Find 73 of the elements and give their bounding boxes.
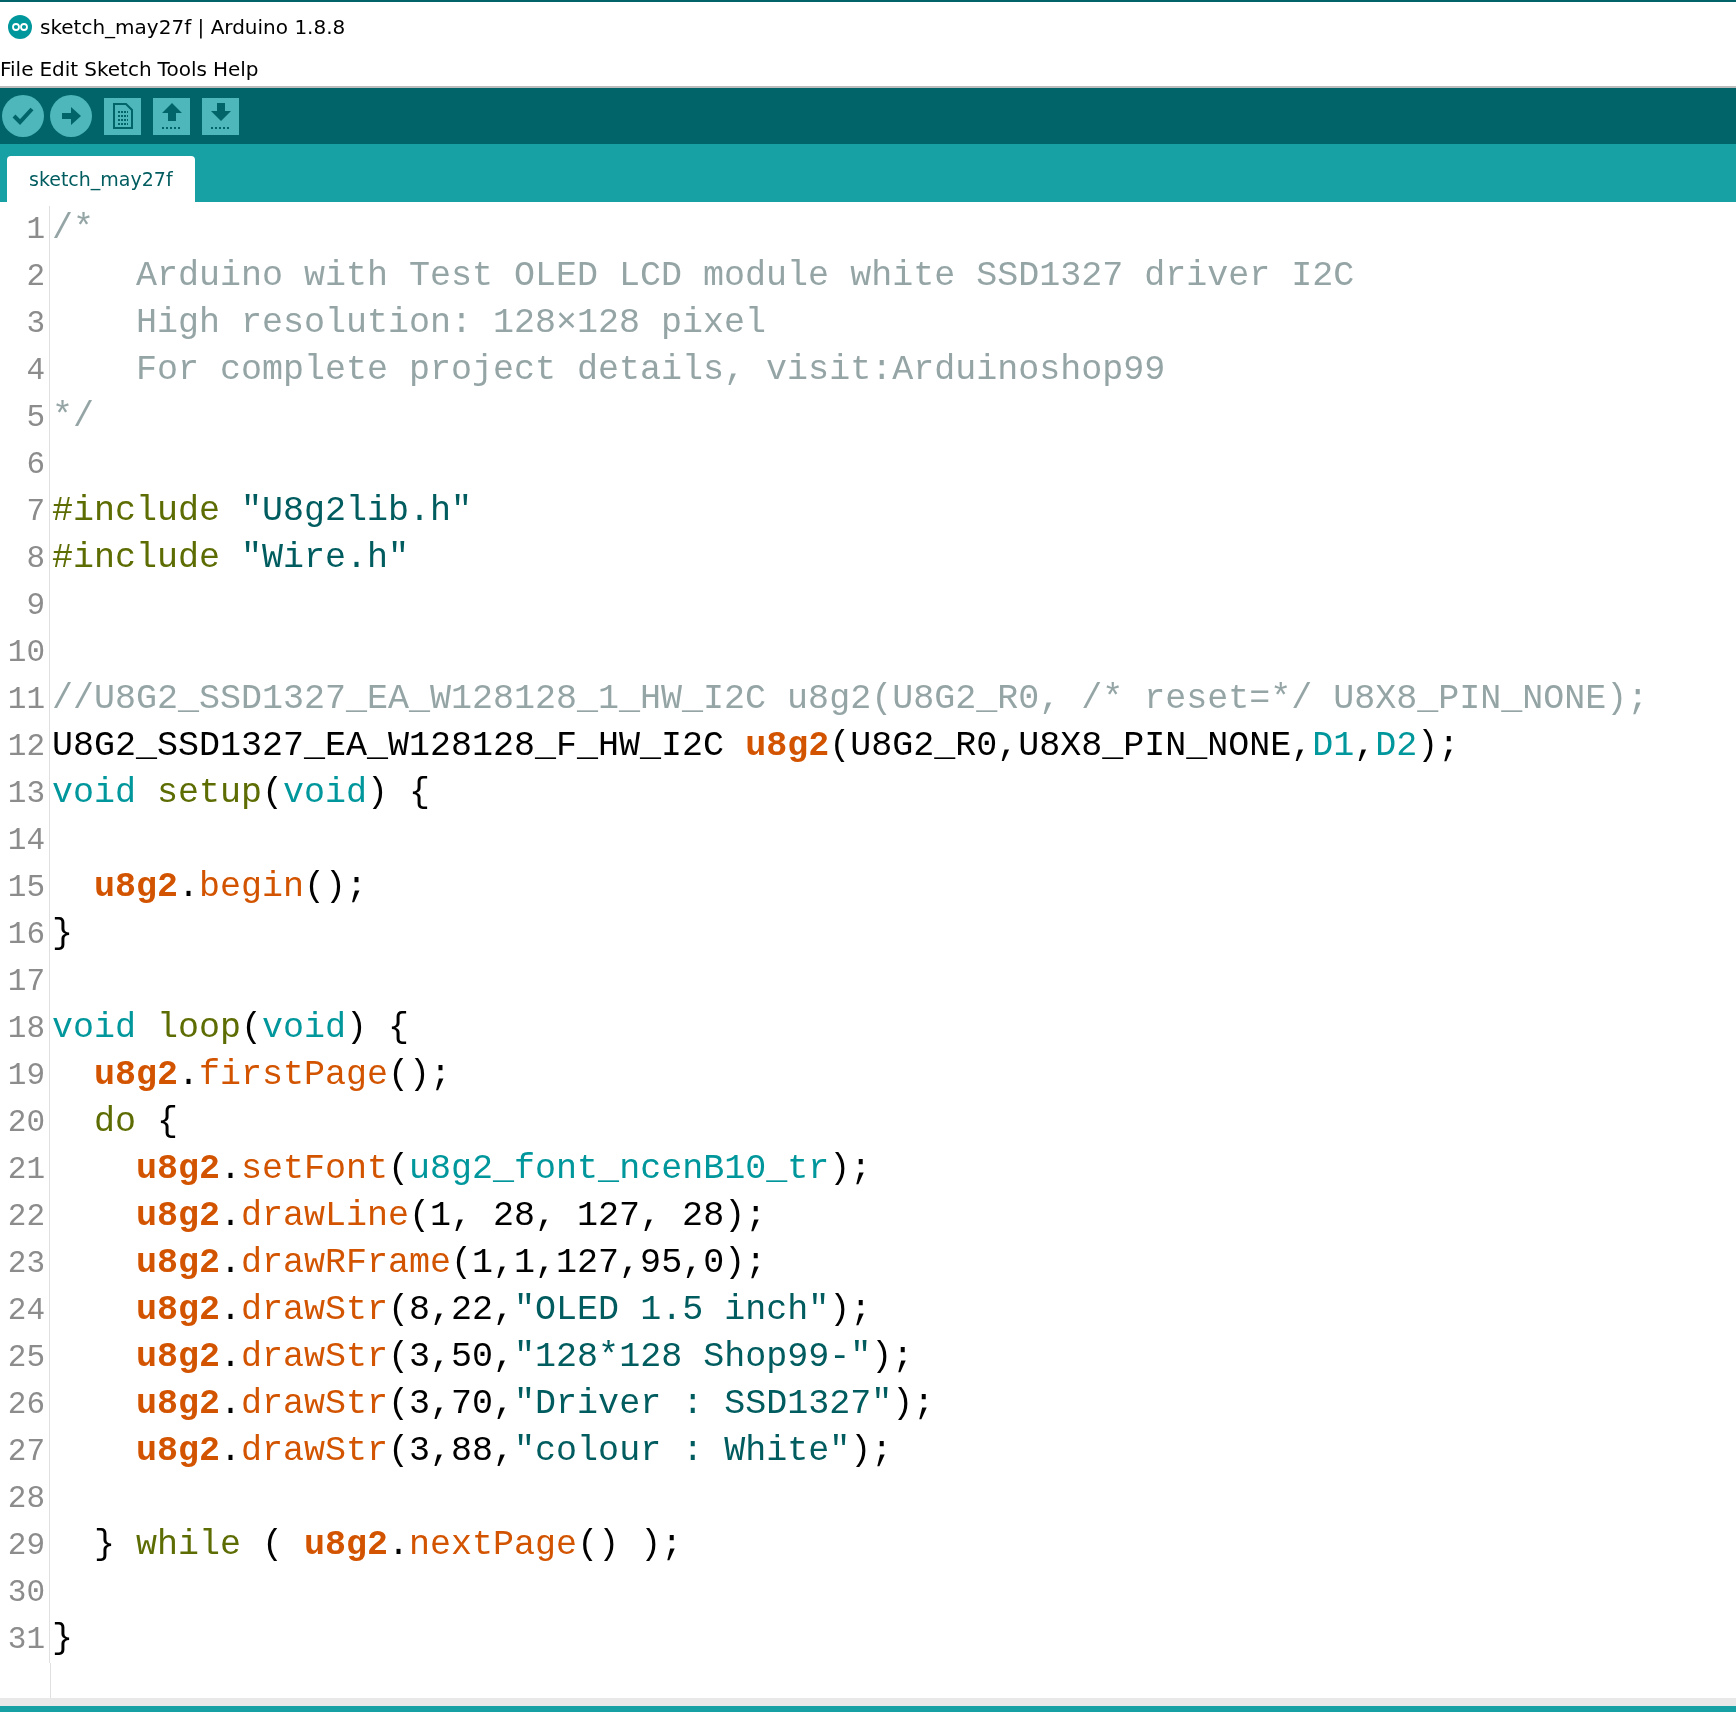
line-number: 9 [0,582,50,629]
code-line: void setup(void) { [51,772,431,815]
line-number: 22 [0,1193,50,1240]
line-number: 13 [0,770,50,817]
open-button[interactable] [153,97,190,135]
verify-button[interactable] [2,95,44,137]
line-number: 1 [0,206,50,253]
code-line: u8g2.drawStr(8,22,"OLED 1.5 inch"); [135,1289,872,1332]
line-number: 7 [0,488,50,535]
line-number: 26 [0,1381,50,1428]
code-line: /* [51,208,94,251]
line-number: 25 [0,1334,50,1381]
menu-item[interactable]: Sketch [84,57,152,81]
code-line: #include "Wire.h" [51,537,410,580]
app-logo-icon [8,15,32,39]
code-line: */ [51,396,94,439]
window-title: sketch_may27f | Arduino 1.8.8 [40,15,346,39]
new-button[interactable] [104,97,141,135]
code-line: u8g2.drawStr(3,50,"128*128 Shop99-"); [135,1336,914,1379]
menu-item[interactable]: Edit [39,57,79,81]
code-line: High resolution: 128×128 pixel [135,302,767,345]
line-number: 2 [0,253,50,300]
document-icon [112,103,133,129]
line-number: 23 [0,1240,50,1287]
code-line: void loop(void) { [51,1007,410,1050]
arrow-up-icon [159,102,184,130]
menu-item[interactable]: Tools [157,57,207,81]
line-number: 17 [0,958,50,1005]
line-number: 21 [0,1146,50,1193]
code-line: } [51,913,73,956]
code-line: } [51,1618,73,1661]
code-line: u8g2.setFont(u8g2_font_ncenB10_tr); [135,1148,872,1191]
code-line: u8g2.drawLine(1, 28, 127, 28); [135,1195,767,1238]
menu-item[interactable]: File [0,57,34,81]
line-number: 30 [0,1569,50,1616]
code-line: For complete project details, visit:Arduinoshop99 [135,349,1166,392]
arrow-right-icon [60,106,82,126]
line-number: 4 [0,347,50,394]
line-number: 12 [0,723,50,770]
code-line: u8g2.drawRFrame(1,1,127,95,0); [135,1242,767,1285]
line-number: 20 [0,1099,50,1146]
line-number: 16 [0,911,50,958]
line-number: 10 [0,629,50,676]
line-number: 8 [0,535,50,582]
code-line: U8G2_SSD1327_EA_W128128_F_HW_I2C u8g2(U8G2_R0,U8X8_PIN_NONE,D1,D2); [51,725,1460,768]
line-number: 27 [0,1428,50,1475]
code-line: Arduino with Test OLED LCD module white SSD1327 driver I2C [135,255,1355,298]
save-button[interactable] [202,97,239,135]
line-number: 3 [0,300,50,347]
line-number: 29 [0,1522,50,1569]
arrow-down-icon [208,102,233,130]
upload-button[interactable] [50,95,92,137]
line-number: 28 [0,1475,50,1522]
code-line: u8g2.drawStr(3,88,"colour : White"); [135,1430,893,1473]
line-number: 14 [0,817,50,864]
line-number: 24 [0,1287,50,1334]
line-number: 19 [0,1052,50,1099]
line-number: 15 [0,864,50,911]
code-line: u8g2.drawStr(3,70,"Driver : SSD1327"); [135,1383,935,1426]
code-line: do { [93,1101,179,1144]
menu-item[interactable]: Help [212,57,259,81]
line-number: 18 [0,1005,50,1052]
file-tab[interactable]: sketch_may27f [7,156,195,202]
line-number: 6 [0,441,50,488]
code-line: u8g2.begin(); [93,866,368,909]
line-number: 31 [0,1616,50,1663]
line-number: 5 [0,394,50,441]
checkmark-icon [12,107,34,125]
code-line: #include "U8g2lib.h" [51,490,473,533]
code-line: //U8G2_SSD1327_EA_W128128_1_HW_I2C u8g2(U8G2_R0, /* reset=*/ U8X8_PIN_NONE); [51,678,1649,721]
code-line: } while ( u8g2.nextPage() ); [93,1524,683,1567]
code-line: u8g2.firstPage(); [93,1054,452,1097]
line-number: 11 [0,676,50,723]
